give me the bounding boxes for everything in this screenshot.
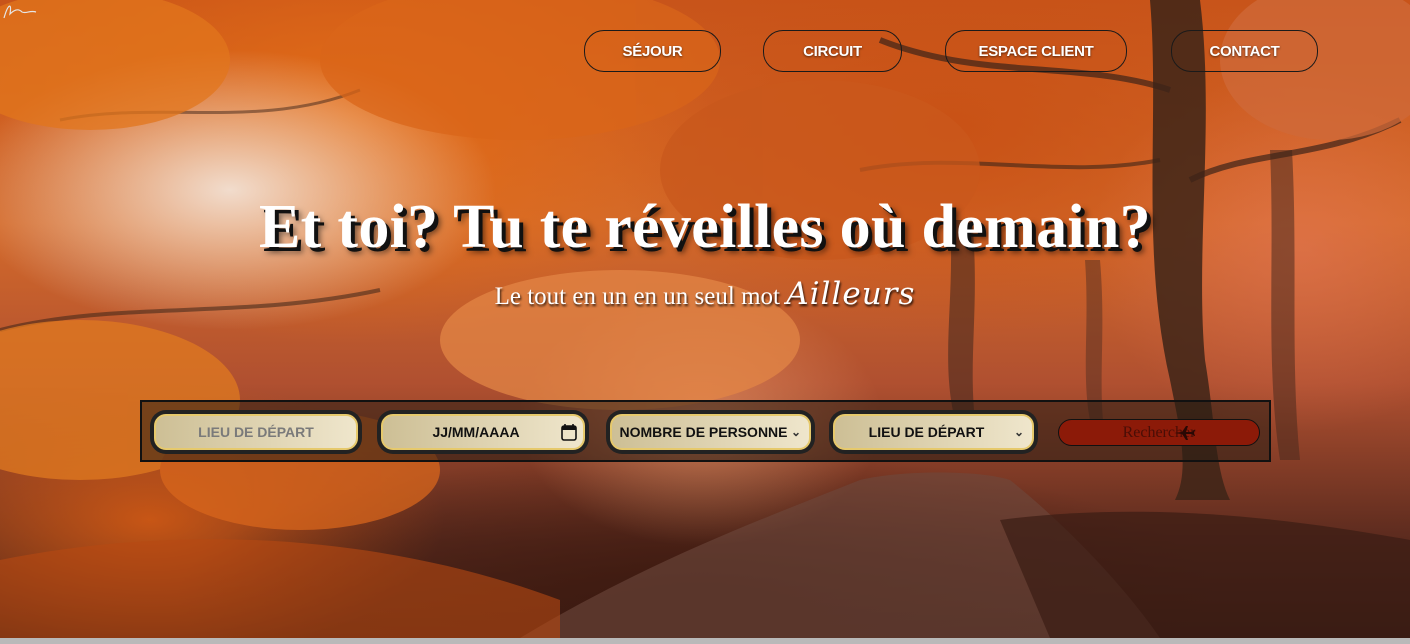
brand-word: Ailleurs xyxy=(786,276,916,312)
nav-espace-client-button[interactable]: ESPACE CLIENT xyxy=(945,30,1127,72)
hero-subline: Le tout en un en un seul mot Ailleurs xyxy=(0,276,1410,312)
persons-select[interactable]: NOMBRE DE PERSONNE ⌄ xyxy=(610,414,811,450)
destination-selected-value: LIEU DE DÉPART xyxy=(868,424,985,440)
destination-select[interactable]: LIEU DE DÉPART ⌄ xyxy=(833,414,1034,450)
departure-placeholder: LIEU DE DÉPART xyxy=(198,424,314,440)
date-input[interactable]: JJ/MM/AAAA xyxy=(381,414,585,450)
hero-background xyxy=(0,0,1410,638)
airplane-icon xyxy=(1174,426,1195,440)
search-submit-button[interactable]: Rechercher xyxy=(1058,419,1260,446)
persons-selected-value: NOMBRE DE PERSONNE xyxy=(619,424,788,440)
calendar-icon[interactable] xyxy=(561,423,577,441)
date-placeholder: JJ/MM/AAAA xyxy=(432,424,520,440)
chevron-down-icon: ⌄ xyxy=(790,425,801,439)
hero-subline-text: Le tout en un en un seul mot xyxy=(494,283,780,310)
forest-illustration xyxy=(0,0,1410,638)
signature-mark xyxy=(3,5,37,19)
nav-sejour-button[interactable]: SÉJOUR xyxy=(584,30,721,72)
chevron-down-icon: ⌄ xyxy=(1013,425,1024,439)
departure-input[interactable]: LIEU DE DÉPART xyxy=(154,414,358,450)
footer-strip xyxy=(0,638,1410,644)
hero-headline: Et toi? Tu te réveilles où demain? xyxy=(259,193,1151,261)
search-form: LIEU DE DÉPART JJ/MM/AAAA NOMBRE DE PERS… xyxy=(140,400,1271,462)
nav-circuit-button[interactable]: CIRCUIT xyxy=(763,30,902,72)
nav-contact-button[interactable]: CONTACT xyxy=(1171,30,1318,72)
